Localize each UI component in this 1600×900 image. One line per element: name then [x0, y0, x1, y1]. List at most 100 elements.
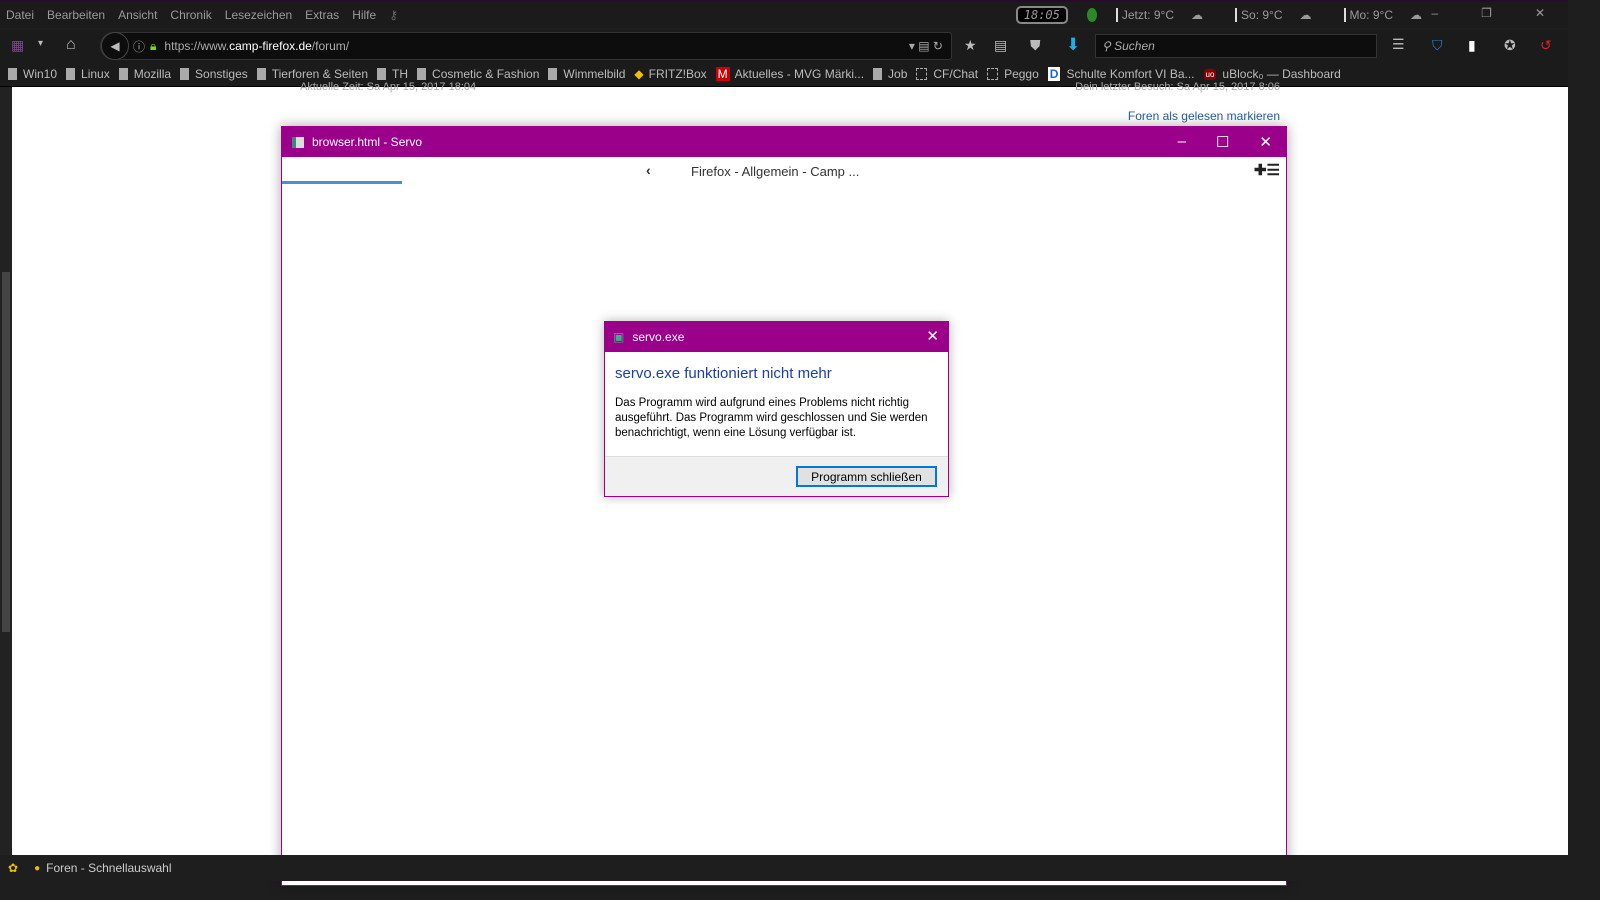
bookmark-cosmetic[interactable]: Cosmetic & Fashion	[417, 67, 539, 81]
bookmark-label: FRITZ!Box	[648, 67, 707, 81]
status-led-icon	[1086, 8, 1097, 22]
extension-icon[interactable]: ✪	[1504, 37, 1516, 54]
page-icon	[916, 68, 928, 80]
bookmark-label: Sonstiges	[195, 67, 248, 81]
dropdown-icon[interactable]: ▾	[38, 38, 43, 49]
clipboard-icon[interactable]: ▤	[994, 37, 1007, 54]
bookmark-sonstiges[interactable]: Sonstiges	[180, 67, 248, 81]
bookmark-win10[interactable]: Win10	[8, 67, 57, 81]
folder-icon	[118, 68, 128, 80]
weather-mon-text: Mo: 9°C	[1349, 8, 1393, 22]
info-icon[interactable]: ⓘ	[133, 38, 145, 55]
url-prefix: https://www.	[164, 39, 230, 53]
menu-bearbeiten[interactable]: Bearbeiten	[47, 8, 105, 22]
back-icon[interactable]: ‹	[646, 162, 651, 178]
error-dialog: ▣ servo.exe ✕ servo.exe funktioniert nic…	[604, 321, 949, 497]
close-icon[interactable]: ✕	[1259, 133, 1272, 151]
load-progress-bar	[282, 181, 403, 184]
bookmark-label: uBlock₀ — Dashboard	[1222, 67, 1341, 81]
bookmark-schulte[interactable]: D Schulte Komfort VI Ba...	[1047, 67, 1195, 81]
folder-icon	[66, 68, 76, 80]
close-program-button[interactable]: Programm schließen	[796, 466, 937, 487]
bookmark-th[interactable]: TH	[377, 67, 408, 81]
bookmark-linux[interactable]: Linux	[66, 67, 110, 81]
bookmark-tierforen[interactable]: Tierforen & Seiten	[256, 67, 369, 81]
bookmark-job[interactable]: Job	[873, 67, 907, 81]
servo-titlebar: browser.html - Servo – ☐ ✕	[282, 127, 1286, 157]
bookmark-label: Win10	[23, 67, 58, 81]
menu-datei[interactable]: Datei	[6, 8, 34, 22]
status-text[interactable]: Foren - Schnellauswahl	[46, 861, 171, 875]
reader-reload-icons[interactable]: ▾ ▤ ↻	[909, 39, 943, 53]
close-icon[interactable]: ✕	[926, 327, 939, 345]
bookmark-wimmelbild[interactable]: Wimmelbild	[548, 67, 625, 81]
search-input[interactable]: ⚲ Suchen	[1095, 34, 1377, 58]
status-widgets: 18:05 Jetzt: 9°C ☁ So: 9°C ☁ Mo: 9°C ☁	[1015, 4, 1448, 26]
cloud-icon: ☁	[1410, 8, 1422, 22]
scrollbar[interactable]	[0, 87, 12, 855]
menu-icon[interactable]: ☰	[1392, 36, 1405, 53]
status-bar: ✿ ● Foren - Schnellauswahl	[0, 855, 1568, 881]
bookmark-mozilla[interactable]: Mozilla	[118, 67, 171, 81]
weather-sun-text: So: 9°C	[1241, 8, 1283, 22]
menu-bar: Datei Bearbeiten Ansicht Chronik Lesezei…	[0, 0, 1568, 28]
menu-chronik[interactable]: Chronik	[170, 8, 211, 22]
close-icon[interactable]: ✕	[1535, 6, 1545, 20]
menu-extras[interactable]: Extras	[305, 8, 339, 22]
maximize-icon[interactable]: ☐	[1216, 133, 1229, 151]
weather-sun: So: 9°C ☁	[1235, 8, 1324, 22]
url-domain: camp-firefox.de	[229, 39, 312, 53]
app-warning-icon: ▣	[613, 330, 625, 344]
apps-grid-icon[interactable]: ▦	[11, 37, 24, 54]
nav-bar: ▦ ▾ ⌂ ◀ ⓘ 🔒︎ https://www.camp-firefox.de…	[0, 30, 1568, 62]
bookmark-label: Tierforen & Seiten	[271, 67, 369, 81]
restore-icon[interactable]: ❐	[1481, 6, 1492, 20]
menu-lesezeichen[interactable]: Lesezeichen	[225, 8, 292, 22]
folder-icon	[180, 68, 190, 80]
servo-window: browser.html - Servo – ☐ ✕ ‹ Firefox - All…	[281, 126, 1287, 886]
servo-toolbar: ‹ Firefox - Allgemein - Camp ... ✚☰	[282, 157, 1286, 185]
css3-icon[interactable]: ⛉	[1432, 37, 1443, 54]
folder-icon	[873, 68, 883, 80]
bookmark-cfchat[interactable]: CF/Chat	[916, 67, 978, 81]
folder-icon	[8, 68, 17, 80]
window-controls: – ❐ ✕	[1431, 6, 1558, 20]
minimize-icon[interactable]: –	[1431, 6, 1438, 20]
bookmark-star-icon[interactable]: ★	[964, 37, 977, 54]
bookmark-label: TH	[392, 67, 409, 81]
dialog-title: servo.exe	[632, 330, 685, 344]
cloud-icon: ☁	[1299, 8, 1312, 22]
folder-icon	[417, 68, 427, 80]
addon-icon[interactable]: ✿	[8, 861, 18, 875]
key-icon[interactable]: ⚷	[389, 8, 398, 22]
menu-hilfe[interactable]: Hilfe	[352, 8, 376, 22]
bookmark-peggo[interactable]: Peggo	[987, 67, 1039, 81]
minimize-icon[interactable]: –	[1178, 133, 1186, 151]
bookmark-ublock[interactable]: uo uBlock₀ — Dashboard	[1203, 67, 1341, 81]
dialog-titlebar: ▣ servo.exe ✕	[605, 322, 948, 352]
weather-now: Jetzt: 9°C ☁	[1115, 8, 1216, 22]
undo-icon[interactable]: ↺	[1540, 37, 1552, 54]
url-bar[interactable]: ◀ ⓘ 🔒︎ https://www.camp-firefox.de/forum…	[100, 32, 952, 60]
bookmark-label: Peggo	[1004, 67, 1039, 81]
url-text[interactable]: https://www.camp-firefox.de/forum/	[164, 39, 349, 53]
ublock-icon[interactable]: ⛊	[1030, 37, 1041, 54]
bookmark-label: Schulte Komfort VI Ba...	[1066, 67, 1195, 81]
servo-title: browser.html - Servo	[312, 135, 423, 149]
page-icon	[987, 68, 999, 80]
search-placeholder: Suchen	[1114, 39, 1155, 53]
scrollbar-thumb[interactable]	[2, 272, 10, 632]
mark-forums-read-link[interactable]: Foren als gelesen markieren	[1128, 109, 1280, 123]
weather-now-text: Jetzt: 9°C	[1121, 8, 1175, 22]
dialog-footer: Programm schließen	[605, 456, 948, 496]
add-menu-icons[interactable]: ✚☰	[1254, 161, 1280, 179]
back-icon[interactable]: ◀	[101, 32, 129, 60]
home-icon[interactable]: ⌂	[66, 36, 76, 54]
bookmark-mvg[interactable]: M Aktuelles - MVG Märki...	[715, 67, 865, 81]
download-icon[interactable]: ⬇	[1066, 35, 1080, 55]
bookmark-label: Cosmetic & Fashion	[432, 67, 540, 81]
page-icon[interactable]: ▮	[1468, 37, 1476, 54]
bookmark-label: Aktuelles - MVG Märki...	[734, 67, 865, 81]
menu-ansicht[interactable]: Ansicht	[118, 8, 157, 22]
bookmark-fritzbox[interactable]: ◆ FRITZ!Box	[634, 67, 706, 81]
